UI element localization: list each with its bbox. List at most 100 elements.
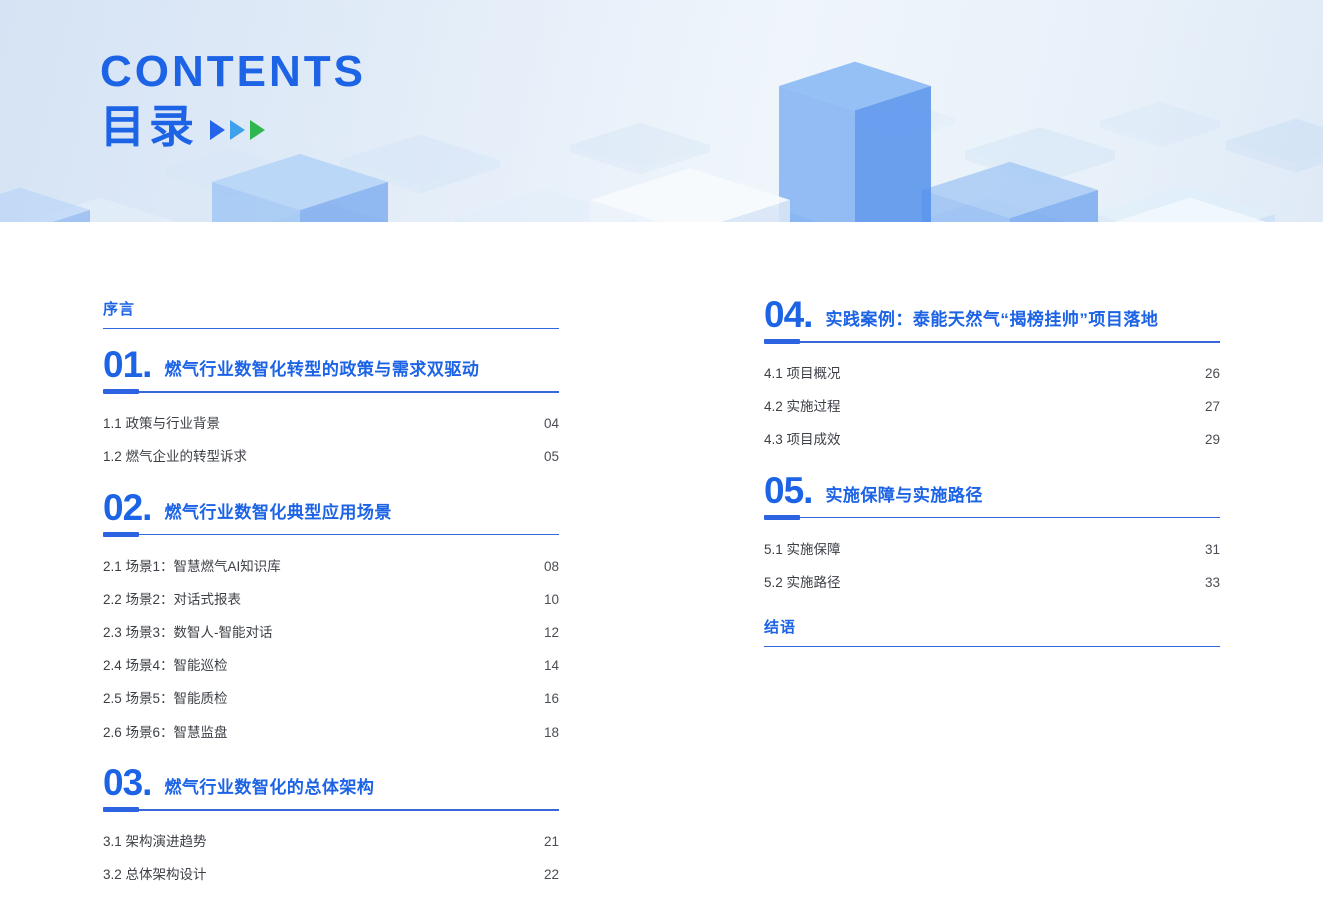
section-heading: 05. 实施保障与实施路径 xyxy=(764,469,1220,511)
divider-line xyxy=(139,391,559,393)
section-number: 05. xyxy=(764,469,813,511)
entry-label: 2.6 场景6：智慧监盘 xyxy=(103,724,228,740)
entry-page-number: 04 xyxy=(543,415,559,431)
entry-list: 2.1 场景1：智慧燃气AI知识库 08 2.2 场景2：对话式报表 10 2.3 场景… xyxy=(103,548,559,747)
toc-plain-section: 结语 xyxy=(764,616,1220,647)
section-heading: 04. 实践案例：泰能天然气“揭榜挂帅”项目落地 xyxy=(764,294,1220,335)
entry-page-number: 31 xyxy=(1204,541,1220,557)
entry-label: 2.2 场景2：对话式报表 xyxy=(103,591,242,607)
divider-accent-bar xyxy=(103,532,139,538)
toc-plain-heading[interactable]: 结语 xyxy=(764,616,1220,647)
section-number: 01. xyxy=(103,344,152,385)
section-title: 燃气行业数智化典型应用场景 xyxy=(164,503,392,523)
toc-plain-section: 序言 xyxy=(103,298,559,329)
toc-entry-row[interactable]: 5.1 实施保障 31 xyxy=(764,531,1220,564)
play-arrow-icon xyxy=(250,119,266,140)
section-number: 04. xyxy=(764,294,813,335)
toc-entry-row[interactable]: 2.4 场景4：智能巡检 14 xyxy=(103,648,559,681)
toc-column-right: 04. 实践案例：泰能天然气“揭榜挂帅”项目落地 4.1 项目概况 26 4.2 实施过… xyxy=(764,222,1220,647)
entry-label: 5.2 实施路径 xyxy=(764,575,841,590)
section-heading: 01. 燃气行业数智化转型的政策与需求双驱动 xyxy=(103,344,559,385)
entry-page-number: 18 xyxy=(543,724,559,740)
entry-label: 4.1 项目概况 xyxy=(764,365,841,381)
entry-label: 1.2 燃气企业的转型诉求 xyxy=(103,449,248,465)
toc-entry-row[interactable]: 2.5 场景5：智能质检 16 xyxy=(103,681,559,714)
entry-page-number: 29 xyxy=(1204,432,1220,448)
entry-label: 4.3 项目成效 xyxy=(764,432,841,448)
toc-section: 03. 燃气行业数智化的总体架构 3.1 架构演进趋势 21 3.2 总体架构设计 22 xyxy=(103,762,559,890)
entry-label: 2.3 场景3：数智人-智能对话 xyxy=(103,625,273,640)
entry-page-number: 12 xyxy=(543,625,559,640)
divider-accent-bar xyxy=(764,515,800,521)
section-title: 实践案例：泰能天然气“揭榜挂帅”项目落地 xyxy=(825,310,1159,330)
entry-page-number: 16 xyxy=(543,691,559,707)
entry-label: 1.1 政策与行业背景 xyxy=(103,415,221,431)
entry-label: 3.1 架构演进趋势 xyxy=(103,834,207,850)
toc-entry-row[interactable]: 3.2 总体架构设计 22 xyxy=(103,857,559,890)
entry-page-number: 26 xyxy=(1204,365,1220,381)
toc-content: 序言 01. 燃气行业数智化转型的政策与需求双驱动 1.1 政策与行业背景 04 1.2 … xyxy=(0,222,1323,898)
entry-label: 2.5 场景5：智能质检 xyxy=(103,691,228,707)
entry-page-number: 22 xyxy=(543,867,559,883)
divider-line xyxy=(139,809,559,811)
play-arrow-icon xyxy=(210,119,226,140)
section-title: 燃气行业数智化的总体架构 xyxy=(164,778,375,798)
section-number: 03. xyxy=(103,762,152,804)
banner: CONTENTS 目录 xyxy=(0,0,1323,222)
section-heading: 02. 燃气行业数智化典型应用场景 xyxy=(103,486,559,528)
entry-label: 3.2 总体架构设计 xyxy=(103,867,207,883)
toc-section: 05. 实施保障与实施路径 5.1 实施保障 31 5.2 实施路径 33 xyxy=(764,469,1220,598)
entry-page-number: 08 xyxy=(543,558,559,574)
entry-list: 1.1 政策与行业背景 04 1.2 燃气企业的转型诉求 05 xyxy=(103,405,559,471)
divider-accent-bar xyxy=(103,807,139,813)
entry-label: 5.1 实施保障 xyxy=(764,541,841,557)
entry-page-number: 21 xyxy=(543,834,559,850)
entry-list: 5.1 实施保障 31 5.2 实施路径 33 xyxy=(764,531,1220,597)
cube-shape xyxy=(570,122,710,168)
toc-section: 02. 燃气行业数智化典型应用场景 2.1 场景1：智慧燃气AI知识库 08 2.2 场… xyxy=(103,486,559,747)
toc-entry-row[interactable]: 1.2 燃气企业的转型诉求 05 xyxy=(103,439,559,472)
play-arrow-icon xyxy=(230,119,246,140)
divider-line xyxy=(800,341,1220,343)
entry-label: 4.2 实施过程 xyxy=(764,399,841,415)
toc-entry-row[interactable]: 5.2 实施路径 33 xyxy=(764,564,1220,597)
toc-entry-row[interactable]: 2.2 场景2：对话式报表 10 xyxy=(103,581,559,614)
entry-page-number: 05 xyxy=(543,449,559,465)
toc-entry-row[interactable]: 3.1 架构演进趋势 21 xyxy=(103,823,559,856)
toc-entry-row[interactable]: 2.1 场景1：智慧燃气AI知识库 08 xyxy=(103,548,559,581)
toc-entry-row[interactable]: 4.3 项目成效 29 xyxy=(764,422,1220,455)
divider-line xyxy=(800,516,1220,519)
divider-accent-bar xyxy=(764,339,800,345)
entry-label: 2.1 场景1：智慧燃气AI知识库 xyxy=(103,558,281,574)
section-title: 燃气行业数智化转型的政策与需求双驱动 xyxy=(164,360,480,380)
entry-label: 2.4 场景4：智能巡检 xyxy=(103,658,228,674)
cube-shape xyxy=(965,127,1115,175)
toc-entry-row[interactable]: 2.3 场景3：数智人-智能对话 12 xyxy=(103,614,559,647)
entry-page-number: 33 xyxy=(1204,575,1220,590)
toc-entry-row[interactable]: 4.1 项目概况 26 xyxy=(764,355,1220,388)
toc-section: 01. 燃气行业数智化转型的政策与需求双驱动 1.1 政策与行业背景 04 1.2 燃气… xyxy=(103,344,559,472)
section-divider xyxy=(103,807,559,813)
toc-entry-row[interactable]: 4.2 实施过程 27 xyxy=(764,389,1220,422)
entry-list: 4.1 项目概况 26 4.2 实施过程 27 4.3 项目成效 29 xyxy=(764,355,1220,455)
entry-page-number: 10 xyxy=(543,591,559,607)
triple-play-arrow-icon xyxy=(210,119,270,140)
toc-column-left: 序言 01. 燃气行业数智化转型的政策与需求双驱动 1.1 政策与行业背景 04 1.2 … xyxy=(103,222,559,890)
toc-entry-row[interactable]: 1.1 政策与行业背景 04 xyxy=(103,405,559,438)
section-number: 02. xyxy=(103,486,152,528)
section-divider xyxy=(103,532,559,538)
contents-title-en: CONTENTS xyxy=(100,47,366,96)
section-divider xyxy=(764,339,1220,345)
entry-list: 3.1 架构演进趋势 21 3.2 总体架构设计 22 xyxy=(103,823,559,889)
divider-line xyxy=(139,533,559,536)
divider-accent-bar xyxy=(103,389,139,395)
toc-page: CONTENTS 目录 序言 01. 燃气行业数智化转型的政策与需求双驱动 1.1 政… xyxy=(0,0,1323,898)
toc-plain-heading[interactable]: 序言 xyxy=(103,298,559,329)
entry-page-number: 14 xyxy=(543,658,559,674)
entry-page-number: 27 xyxy=(1204,399,1220,415)
toc-section: 04. 实践案例：泰能天然气“揭榜挂帅”项目落地 4.1 项目概况 26 4.2 实施过… xyxy=(764,294,1220,455)
section-divider xyxy=(103,389,559,395)
cube-shape xyxy=(1100,101,1220,141)
banner-title-block: CONTENTS 目录 xyxy=(100,47,366,150)
toc-entry-row[interactable]: 2.6 场景6：智慧监盘 18 xyxy=(103,714,559,747)
